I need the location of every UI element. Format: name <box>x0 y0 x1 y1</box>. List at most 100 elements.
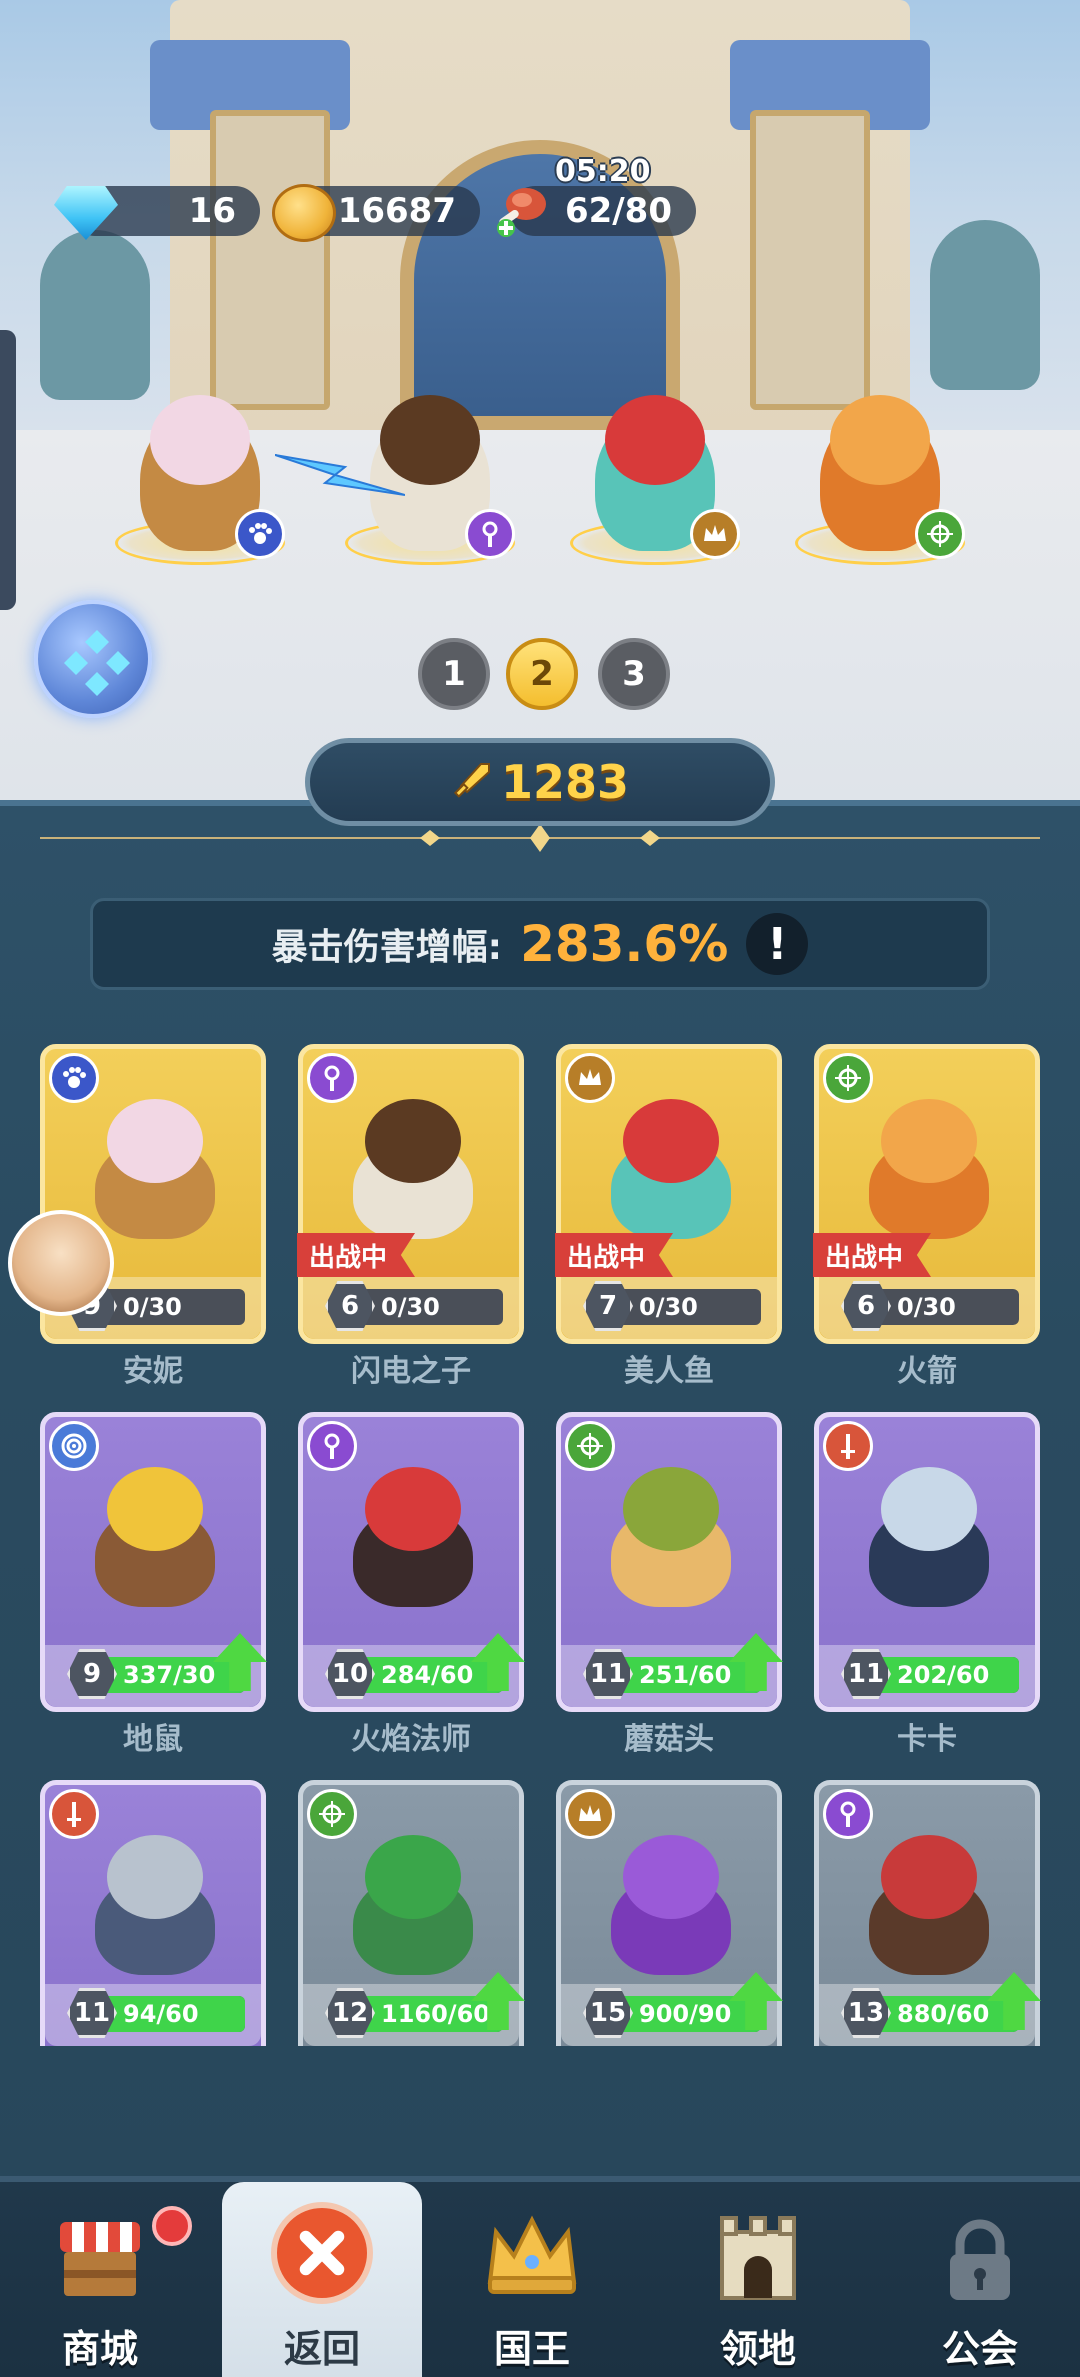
nav-guild[interactable]: 公会 <box>880 2182 1080 2377</box>
deployed-tag: 出战中 <box>297 1233 416 1277</box>
nav-label: 国王 <box>493 2327 570 2371</box>
hero-portrait <box>75 1457 235 1607</box>
hero-portrait <box>333 1825 493 1975</box>
hero-portrait <box>75 1089 235 1239</box>
hero-card[interactable]: 337/30 9 <box>40 1412 267 1712</box>
field-hero-2[interactable] <box>275 375 525 565</box>
field-hero-1[interactable] <box>105 375 295 565</box>
progress-text: 0/30 <box>639 1293 698 1321</box>
crosshair-icon <box>915 509 965 559</box>
coin-icon <box>272 184 336 242</box>
hero-head <box>881 1099 977 1183</box>
progress-text: 251/60 <box>639 1661 732 1689</box>
shard-progress-bar: 0/30 <box>611 1289 761 1325</box>
lightning-icon <box>275 454 405 496</box>
nav-territory[interactable]: 领地 <box>658 2182 858 2377</box>
hero-head <box>881 1467 977 1551</box>
hero-card[interactable]: 1160/60 12 <box>298 1780 525 2046</box>
stamina-count: 62/80 <box>564 191 672 231</box>
crit-value: 283.6% <box>520 915 729 973</box>
hero-card[interactable]: 94/60 11 <box>40 1780 266 2046</box>
side-drawer-handle[interactable] <box>0 330 16 610</box>
hero-name: 安妮 <box>123 1354 183 1389</box>
hero-portrait <box>849 1825 1009 1975</box>
paw-icon <box>235 509 285 559</box>
shard-progress-bar: 284/60 <box>353 1657 503 1693</box>
castle-icon <box>720 2216 796 2300</box>
crown-icon <box>487 2215 577 2294</box>
hero-card[interactable]: 251/60 11 <box>556 1412 783 1712</box>
hero-card[interactable]: 900/90 15 <box>556 1780 783 2046</box>
progress-text: 0/30 <box>123 1293 182 1321</box>
nav-label: 返回 <box>283 2327 360 2371</box>
field-hero-3[interactable] <box>560 375 750 565</box>
info-button[interactable]: ! <box>746 913 809 975</box>
power-banner: 1283 <box>305 738 775 826</box>
hero-card[interactable]: 出战中 0/30 6 <box>813 1044 1040 1344</box>
hero-head <box>107 1099 203 1183</box>
shard-progress-bar: 251/60 <box>611 1657 761 1693</box>
coin-count: 16687 <box>337 191 456 231</box>
shard-progress-bar: 0/30 <box>353 1289 503 1325</box>
hero-name: 蘑菇头 <box>624 1722 714 1757</box>
shard-progress-bar: 94/60 <box>95 1996 245 2032</box>
hero-head <box>365 1835 461 1919</box>
nav-shop[interactable]: 商城 <box>0 2182 200 2377</box>
stamina-timer: 05:20 <box>555 154 651 189</box>
hero-name: 地鼠 <box>123 1722 183 1757</box>
team-tab-1[interactable]: 1 <box>418 638 490 710</box>
wand-icon <box>465 509 515 559</box>
tree-right <box>930 220 1040 390</box>
hero-portrait <box>591 1825 751 1975</box>
nav-label: 领地 <box>719 2327 796 2371</box>
hero-portrait <box>849 1089 1009 1239</box>
hero-head <box>623 1835 719 1919</box>
shard-progress-bar: 1160/60 <box>353 1996 503 2032</box>
lock-icon <box>950 2219 1010 2300</box>
sword-icon <box>453 763 490 798</box>
hero-card[interactable]: 出战中 0/30 6 <box>297 1044 524 1344</box>
shard-progress-bar: 337/30 <box>95 1657 245 1693</box>
power-value: 1283 <box>500 755 630 809</box>
hero-name: 闪电之子 <box>351 1354 471 1389</box>
progress-text: 880/60 <box>897 2000 990 2028</box>
hero-card[interactable]: 出战中 0/30 7 <box>555 1044 782 1344</box>
castle-tower-left <box>210 110 330 410</box>
notification-badge <box>152 2206 192 2246</box>
hero-head <box>881 1835 977 1919</box>
hero-card[interactable]: 880/60 13 <box>814 1780 1041 2046</box>
nav-king[interactable]: 国王 <box>432 2182 632 2377</box>
meat-icon <box>497 188 546 237</box>
hero-name: 火箭 <box>897 1354 957 1389</box>
hero-head <box>623 1467 719 1551</box>
formation-icon <box>64 630 130 696</box>
crown-icon <box>690 509 740 559</box>
castle-tower-right <box>750 110 870 410</box>
formation-button[interactable] <box>34 600 152 718</box>
shard-progress-bar: 900/90 <box>611 1996 761 2032</box>
hero-name: 火焰法师 <box>351 1722 471 1757</box>
shard-progress-bar: 0/30 <box>95 1289 245 1325</box>
crit-label: 暴击伤害增幅: <box>271 927 503 968</box>
hero-card[interactable]: 202/60 11 <box>814 1412 1040 1712</box>
deployed-tag: 出战中 <box>813 1233 932 1277</box>
nav-label: 公会 <box>941 2327 1018 2371</box>
nav-label: 商城 <box>61 2327 138 2371</box>
progress-text: 202/60 <box>897 1661 990 1689</box>
progress-text: 1160/60 <box>381 2000 490 2028</box>
nav-back[interactable]: 返回 <box>222 2182 422 2377</box>
team-tab-2[interactable]: 2 <box>506 638 578 710</box>
gem-count: 16 <box>188 191 236 231</box>
crit-stat-bar: 暴击伤害增幅: 283.6% ! <box>90 898 990 990</box>
hero-head <box>107 1467 203 1551</box>
bottom-nav: 商城 返回 国王 领地 公会 <box>0 2176 1080 2377</box>
floating-avatar[interactable] <box>8 1210 114 1316</box>
team-tab-3[interactable]: 3 <box>598 638 670 710</box>
hero-portrait <box>75 1825 235 1975</box>
field-hero-4[interactable] <box>785 375 975 565</box>
progress-text: 284/60 <box>381 1661 474 1689</box>
progress-text: 337/30 <box>123 1661 216 1689</box>
progress-text: 900/90 <box>639 2000 732 2028</box>
hero-card[interactable]: 284/60 10 <box>298 1412 525 1712</box>
shard-progress-bar: 202/60 <box>869 1657 1019 1693</box>
